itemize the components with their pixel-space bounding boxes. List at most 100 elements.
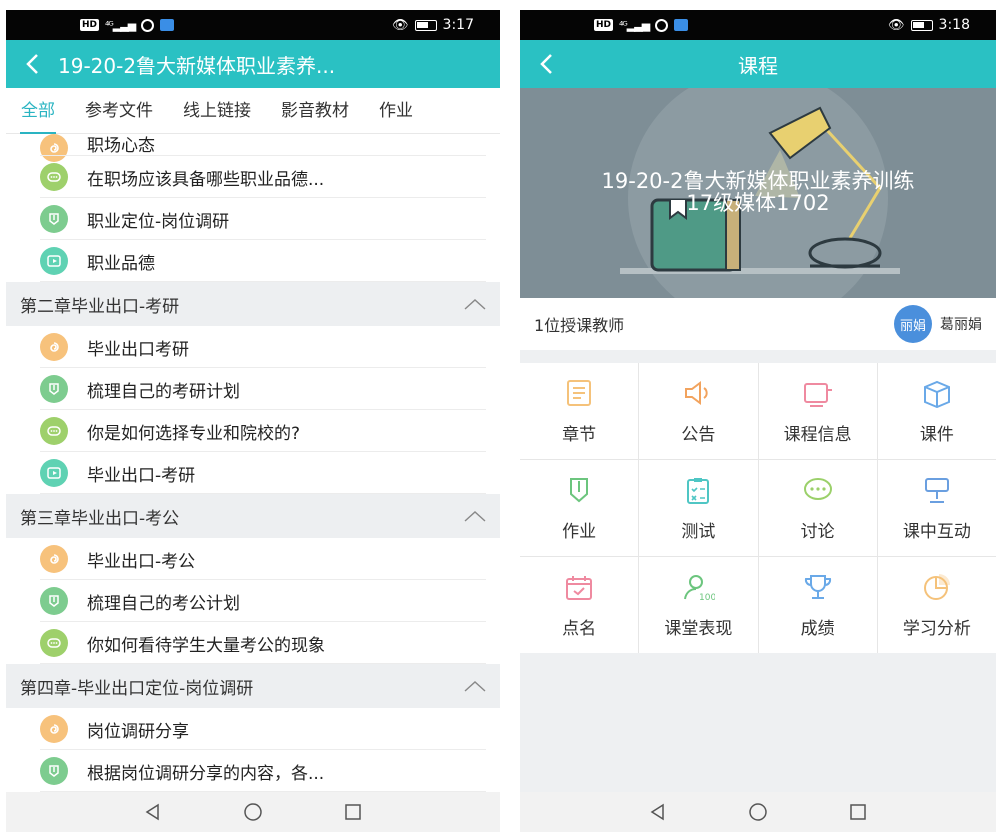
homework-icon (40, 587, 68, 615)
list-item[interactable]: 在职场应该具备哪些职业品德... (6, 156, 500, 198)
list-item[interactable]: 毕业出口考研 (6, 326, 500, 368)
avatar: 丽娟 (894, 305, 932, 343)
feature-roll-call[interactable]: 点名 (520, 557, 639, 653)
back-button[interactable] (520, 40, 572, 88)
chevron-up-icon[interactable] (464, 298, 486, 310)
back-button[interactable] (6, 40, 58, 88)
teacher-name: 葛丽娟 (940, 317, 982, 333)
signal-icon: ⁴ᴳ▂▃▅ (619, 18, 650, 32)
roll-call-icon (566, 575, 593, 600)
list-item[interactable]: 职业定位-岗位调研 (6, 198, 500, 240)
list-item[interactable]: 职场心态 (6, 134, 500, 162)
list-item-label: 职场心态 (87, 136, 155, 156)
list-item[interactable]: 职业品德 (6, 240, 500, 282)
feature-label: 成绩 (800, 618, 835, 639)
chevron-up-icon[interactable] (464, 510, 486, 522)
nav-recents-icon[interactable] (848, 802, 868, 822)
feature-test[interactable]: 测试 (639, 460, 758, 556)
feature-label: 课中互动 (902, 521, 971, 542)
feature-label: 点名 (562, 618, 597, 639)
performance-icon: 100 (684, 574, 715, 602)
tab-4[interactable]: 作业 (364, 88, 428, 134)
pie-chart-icon (923, 573, 950, 600)
homework-icon (40, 375, 68, 403)
list-item-label: 你如何看待学生大量考公的现象 (87, 635, 325, 656)
feature-courseware[interactable]: 课件 (877, 363, 996, 459)
list-item-label: 在职场应该具备哪些职业品德... (87, 169, 325, 190)
tab-3[interactable]: 影音教材 (266, 88, 364, 134)
list-item-label: 根据岗位调研分享的内容，各... (87, 763, 325, 784)
feature-label: 课件 (919, 424, 954, 445)
tab-2[interactable]: 线上链接 (168, 88, 266, 134)
announcement-icon (685, 380, 709, 405)
teacher-count: 1位授课教师 (534, 316, 625, 335)
system-nav-bar (6, 792, 500, 832)
status-bar: HD ⁴ᴳ▂▃▅ 👁 3:17 (6, 10, 500, 40)
signal-icon: ⁴ᴳ▂▃▅ (105, 18, 136, 32)
feature-area: 章节 公告 课程信息 课件作业 测试 讨论 课中互动点名 100 课堂表现 成绩 学习分析 (520, 350, 996, 792)
course-full-title: 19-20-2鲁大新媒体职业素养训练 (601, 169, 915, 193)
app-notification-icon (160, 19, 175, 31)
tab-0[interactable]: 全部 (6, 88, 70, 134)
list-item-label: 梳理自己的考公计划 (87, 593, 240, 614)
feature-performance[interactable]: 100 课堂表现 (639, 557, 758, 653)
feature-grid: 章节 公告 课程信息 课件作业 测试 讨论 课中互动点名 100 课堂表现 成绩 学习分析 (520, 363, 996, 653)
homework-icon (40, 205, 68, 233)
list-item-label: 毕业出口考研 (87, 339, 189, 360)
feature-course-info[interactable]: 课程信息 (758, 363, 877, 459)
page-title: 19-20-2鲁大新媒体职业素养... (58, 53, 336, 78)
tab-1[interactable]: 参考文件 (70, 88, 168, 134)
system-nav-bar (520, 792, 996, 832)
hd-icon: HD (594, 19, 614, 31)
discussion-icon (40, 629, 68, 657)
nav-back-icon[interactable] (143, 802, 163, 822)
chapter-title: 第二章毕业出口-考研 (20, 296, 180, 317)
feature-label: 公告 (681, 424, 716, 445)
nav-back-icon[interactable] (648, 802, 668, 822)
discussion-icon (40, 163, 68, 191)
nav-home-icon[interactable] (243, 802, 263, 822)
feature-discussion[interactable]: 讨论 (758, 460, 877, 556)
list-item-label: 梳理自己的考研计划 (87, 381, 240, 402)
battery-icon (910, 19, 933, 31)
feature-pie-chart[interactable]: 学习分析 (877, 557, 996, 653)
feature-trophy[interactable]: 成绩 (758, 557, 877, 653)
list-item[interactable]: 根据岗位调研分享的内容，各... (6, 750, 500, 792)
feature-chapter[interactable]: 章节 (520, 363, 639, 459)
list-item[interactable]: 你是如何选择专业和院校的? (6, 410, 500, 452)
link-icon (40, 715, 68, 743)
chapter-title: 第三章毕业出口-考公 (20, 508, 180, 529)
sync-icon (141, 18, 155, 32)
list-item[interactable]: 岗位调研分享 (6, 708, 500, 750)
content-list: 职场心态在职场应该具备哪些职业品德... 职业定位-岗位调研 职业品德第二章毕业出口… (6, 134, 500, 792)
link-icon (40, 545, 68, 573)
feature-homework[interactable]: 作业 (520, 460, 639, 556)
feature-interaction[interactable]: 课中互动 (877, 460, 996, 556)
teacher-info[interactable]: 丽娟 葛丽娟 (894, 305, 982, 343)
chapter-header[interactable]: 第二章毕业出口-考研 (6, 282, 500, 326)
chevron-up-icon[interactable] (464, 680, 486, 692)
clock: 3:18 (938, 17, 970, 33)
nav-home-icon[interactable] (748, 802, 768, 822)
video-icon (40, 459, 68, 487)
interaction-icon (924, 477, 949, 503)
chapter-icon (567, 379, 592, 406)
chapter-header[interactable]: 第四章-毕业出口定位-岗位调研 (6, 664, 500, 708)
course-class-name: 17级媒体1702 (686, 191, 830, 215)
list-item[interactable]: 毕业出口-考研 (6, 452, 500, 494)
list-item[interactable]: 梳理自己的考公计划 (6, 580, 500, 622)
chapter-header[interactable]: 第三章毕业出口-考公 (6, 494, 500, 538)
list-item[interactable]: 毕业出口-考公 (6, 538, 500, 580)
link-icon (40, 333, 68, 361)
status-bar: HD ⁴ᴳ▂▃▅ 👁 3:18 (520, 10, 996, 40)
eye-icon: 👁 (888, 17, 905, 33)
feature-label: 测试 (681, 521, 716, 542)
course-home-screen: HD ⁴ᴳ▂▃▅ 👁 3:18 课程 19-20-2鲁大新媒体职业素养训练 17… (520, 10, 996, 832)
feature-announcement[interactable]: 公告 (639, 363, 758, 459)
list-item[interactable]: 梳理自己的考研计划 (6, 368, 500, 410)
list-item[interactable]: 你如何看待学生大量考公的现象 (6, 622, 500, 664)
clock: 3:17 (442, 17, 474, 33)
nav-recents-icon[interactable] (343, 802, 363, 822)
teacher-row[interactable]: 1位授课教师 丽娟 葛丽娟 (520, 298, 996, 350)
svg-text:100: 100 (699, 593, 715, 602)
